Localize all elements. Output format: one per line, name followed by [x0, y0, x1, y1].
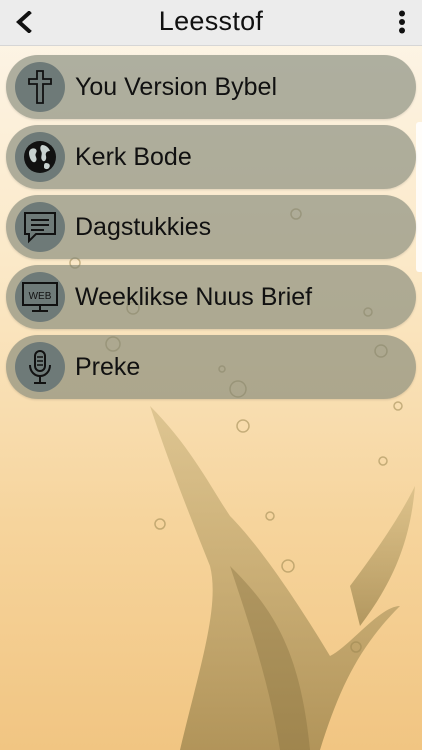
web-monitor-icon: WEB — [15, 272, 65, 322]
list-item-label: Weeklikse Nuus Brief — [75, 282, 313, 311]
scroll-indicator[interactable] — [416, 122, 422, 272]
more-vert-icon — [399, 10, 405, 34]
list-item-kerk-bode[interactable]: Kerk Bode — [6, 125, 416, 189]
cross-icon — [15, 62, 65, 112]
web-icon-text: WEB — [29, 291, 52, 302]
page-title: Leesstof — [158, 6, 264, 36]
globe-icon — [15, 132, 65, 182]
list-item-you-version-bybel[interactable]: You Version Bybel — [6, 55, 416, 119]
overflow-menu-button[interactable] — [388, 6, 416, 38]
list-item-weeklikse-nuus-brief[interactable]: WEB Weeklikse Nuus Brief — [6, 265, 416, 329]
list-item-label: Preke — [75, 352, 141, 381]
list-item-label: Dagstukkies — [75, 212, 212, 241]
chat-bubble-icon — [15, 202, 65, 252]
reading-menu-list: You Version Bybel Kerk Bode Dagstukkies — [6, 55, 416, 405]
list-item-label: Kerk Bode — [75, 142, 192, 171]
list-item-dagstukkies[interactable]: Dagstukkies — [6, 195, 416, 259]
app-bar: Leesstof — [0, 0, 422, 46]
microphone-icon — [15, 342, 65, 392]
list-item-preke[interactable]: Preke — [6, 335, 416, 399]
list-item-label: You Version Bybel — [75, 72, 278, 101]
